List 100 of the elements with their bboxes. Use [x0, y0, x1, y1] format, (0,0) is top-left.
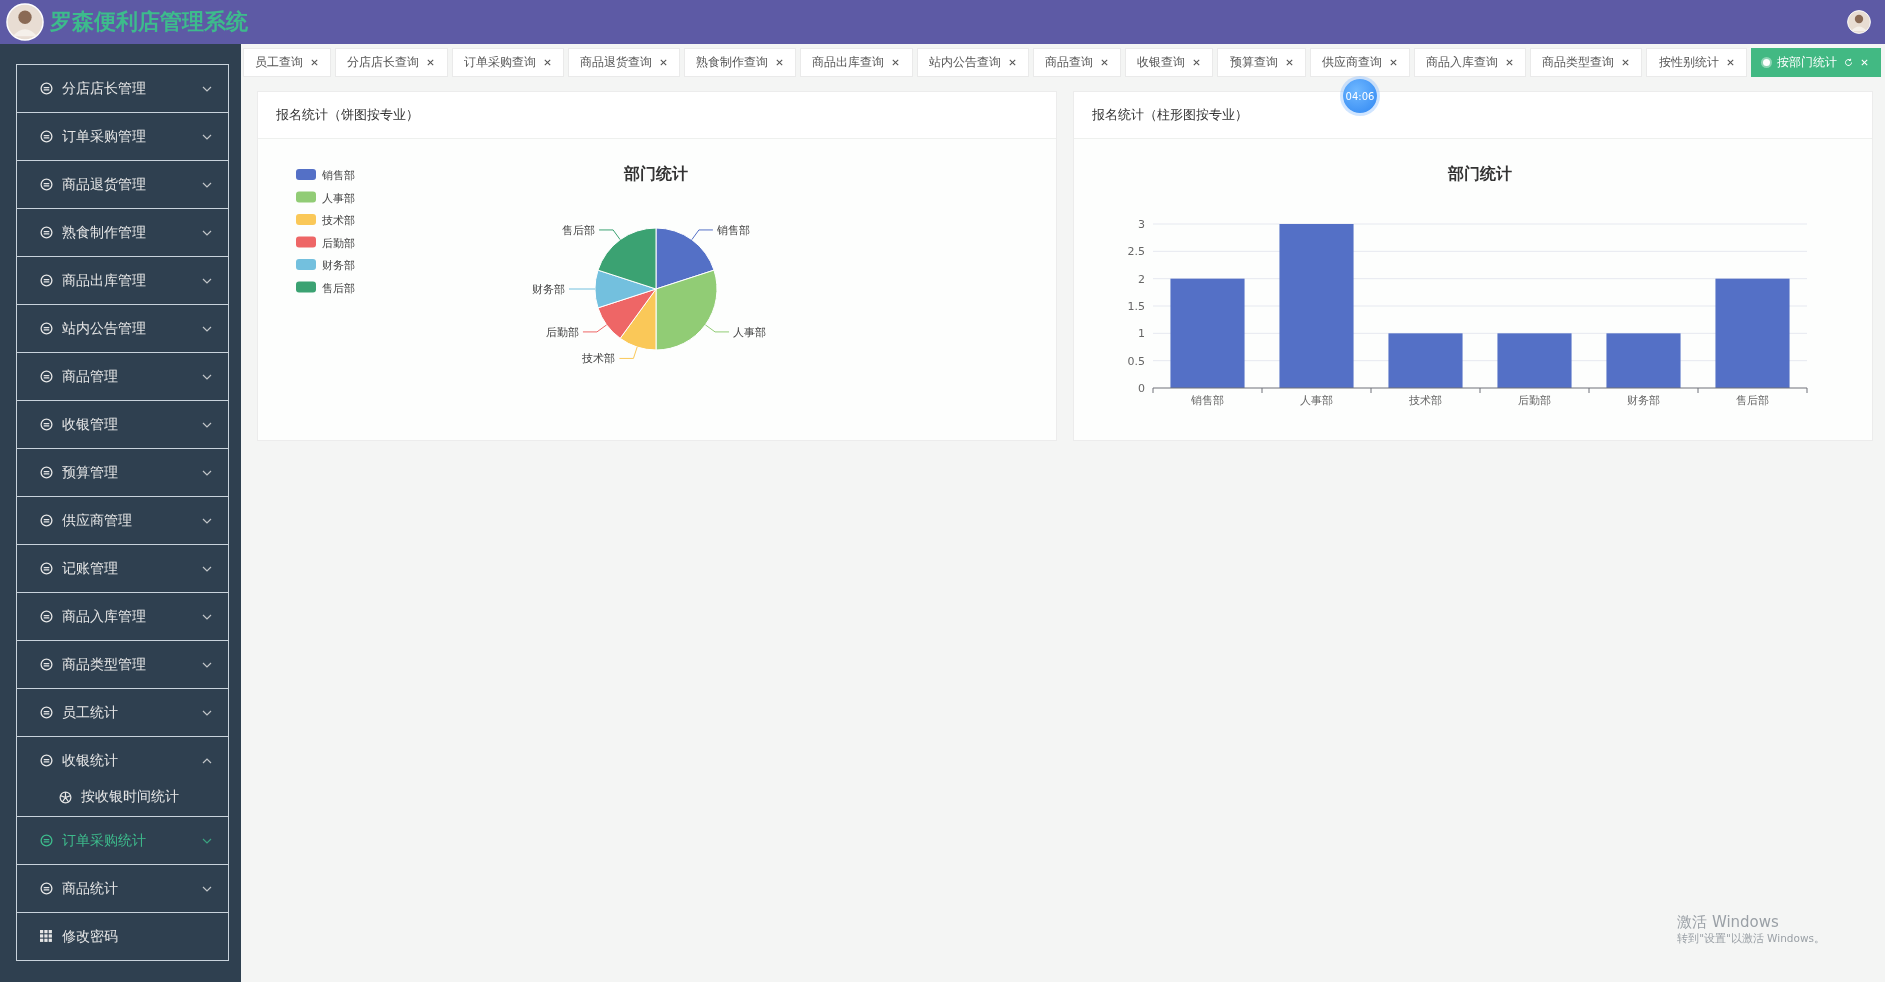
tab[interactable]: 熟食制作查询	[684, 48, 797, 77]
caret-icon	[202, 469, 212, 476]
legend-swatch[interactable]	[296, 259, 316, 270]
menu-item[interactable]: 订单采购管理	[17, 113, 228, 160]
close-icon[interactable]	[1007, 58, 1017, 67]
caret-icon	[202, 133, 212, 140]
caret-icon	[202, 85, 212, 92]
tab[interactable]: 商品入库查询	[1413, 48, 1527, 77]
menu-item[interactable]: 商品管理	[17, 353, 228, 400]
menu-item[interactable]: 商品入库管理	[17, 593, 228, 640]
legend-label[interactable]: 技术部	[322, 214, 355, 227]
caret-icon	[202, 421, 212, 428]
close-icon[interactable]	[1192, 58, 1202, 67]
chart-title: 部门统计	[1448, 164, 1512, 183]
caret-icon	[202, 373, 212, 380]
tab[interactable]: 供应商查询	[1309, 48, 1410, 77]
legend-label[interactable]: 财务部	[322, 259, 355, 272]
tab[interactable]: 分店店长查询	[335, 48, 448, 77]
axis-tick-label: 人事部	[1300, 394, 1333, 407]
caret-icon	[202, 885, 212, 892]
caret-icon	[202, 565, 212, 572]
timer-badge: 04:06	[1343, 79, 1377, 113]
circle-icon	[40, 514, 53, 527]
menu-item[interactable]: 站内公告管理	[17, 305, 228, 352]
menu-item[interactable]: 分店店长管理	[17, 65, 228, 112]
legend-label[interactable]: 售后部	[322, 281, 355, 295]
axis-tick-label: 0	[1138, 382, 1145, 395]
tab[interactable]: 按性别统计	[1646, 48, 1747, 77]
slice-label: 财务部	[532, 283, 565, 296]
close-icon[interactable]	[891, 58, 901, 67]
close-icon[interactable]	[1284, 58, 1294, 67]
circle-icon	[40, 274, 53, 287]
close-icon[interactable]	[1505, 58, 1515, 67]
leader-line	[691, 229, 714, 241]
axis-tick-label: 财务部	[1627, 394, 1660, 407]
caret-icon	[202, 709, 212, 716]
caret-icon	[202, 517, 212, 524]
menu-item[interactable]: 商品退货管理	[17, 161, 228, 208]
menu-item[interactable]: 修改密码	[17, 913, 228, 960]
leader-line	[598, 229, 621, 241]
tab[interactable]: 商品出库查询	[800, 48, 913, 77]
menu-item[interactable]: 记账管理	[17, 545, 228, 592]
legend-label[interactable]: 销售部	[322, 169, 355, 182]
axis-tick-label: 2.5	[1127, 245, 1145, 259]
axis-tick-label: 3	[1138, 218, 1145, 231]
menu-item[interactable]: 供应商管理	[17, 497, 228, 544]
axis-tick-label: 1	[1138, 327, 1145, 341]
axis-tick-label: 后勤部	[1518, 394, 1551, 407]
menu-item[interactable]: 熟食制作管理	[17, 209, 228, 256]
tab[interactable]: 商品退货查询	[567, 48, 681, 77]
menu-item[interactable]: 员工统计	[17, 689, 228, 736]
close-icon[interactable]	[1725, 58, 1735, 67]
aperture-icon	[59, 790, 72, 804]
caret-icon	[202, 181, 212, 188]
legend-swatch[interactable]	[296, 214, 316, 225]
menu-item[interactable]: 预算管理	[17, 449, 228, 496]
tab[interactable]: 预算查询	[1217, 48, 1306, 77]
tab[interactable]: 商品查询	[1032, 48, 1122, 77]
slice-label: 人事部	[733, 325, 767, 339]
legend-label[interactable]: 人事部	[322, 191, 355, 205]
close-icon[interactable]	[310, 58, 320, 67]
legend-swatch[interactable]	[296, 191, 316, 203]
tab[interactable]: 站内公告查询	[916, 48, 1029, 77]
circle-icon	[40, 562, 53, 575]
tab[interactable]: 订单采购查询	[451, 48, 564, 77]
legend-swatch[interactable]	[296, 169, 316, 180]
caret-icon	[202, 837, 212, 844]
slice-label: 后勤部	[545, 325, 579, 339]
user-avatar-icon[interactable]	[1847, 10, 1871, 34]
circle-icon	[40, 658, 53, 671]
slice-label: 技术部	[582, 352, 616, 366]
axis-tick-label: 售后部	[1736, 394, 1769, 407]
circle-icon	[40, 834, 53, 847]
circle-icon	[40, 706, 53, 719]
close-icon[interactable]	[1621, 58, 1631, 67]
close-icon[interactable]	[542, 58, 552, 67]
tab[interactable]: 商品类型查询	[1530, 48, 1643, 77]
menu-item[interactable]: 商品统计	[17, 865, 228, 912]
circle-icon	[40, 322, 53, 335]
axis-tick-label: 0.5	[1127, 354, 1145, 368]
circle-icon	[40, 82, 53, 95]
circle-icon	[40, 610, 53, 623]
close-icon[interactable]	[775, 58, 785, 67]
circle-icon	[40, 178, 53, 191]
close-icon[interactable]	[658, 58, 668, 67]
menu-item[interactable]: 收银管理	[17, 401, 228, 448]
axis-tick-label: 2	[1138, 272, 1145, 286]
tab[interactable]: 员工查询	[243, 48, 332, 77]
menu-item[interactable]: 商品类型管理	[17, 641, 228, 688]
menu-item[interactable]: 商品出库管理	[17, 257, 228, 304]
app-title: 罗森便利店管理系统	[50, 8, 248, 36]
avatar-icon	[6, 3, 44, 41]
legend-swatch[interactable]	[296, 236, 316, 248]
tab[interactable]: 收银查询	[1125, 48, 1214, 77]
close-icon[interactable]	[426, 58, 436, 67]
legend-swatch[interactable]	[296, 281, 316, 293]
legend-label[interactable]: 后勤部	[322, 236, 355, 250]
menu-item[interactable]: 订单采购统计	[17, 817, 228, 864]
close-icon[interactable]	[1100, 58, 1109, 67]
close-icon[interactable]	[1388, 58, 1398, 67]
